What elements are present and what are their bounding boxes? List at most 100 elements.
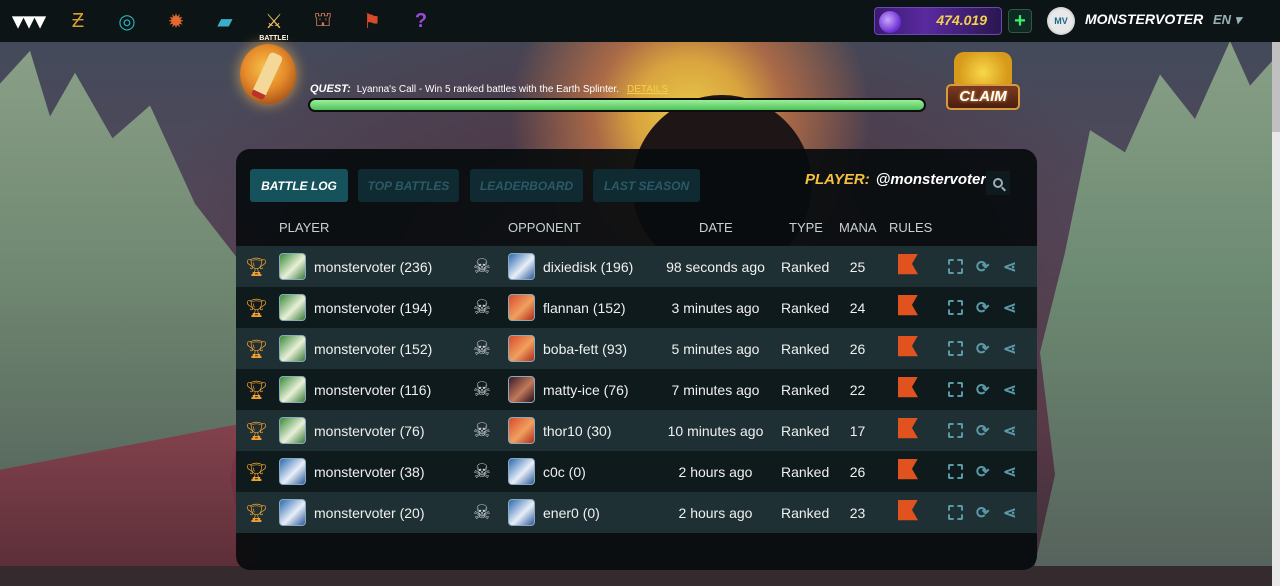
opponent-name[interactable]: dixiedisk (196) <box>543 259 633 275</box>
cards-icon[interactable]: ▰ <box>210 6 240 36</box>
battle-type: Ranked <box>781 299 830 316</box>
mana-cap: 26 <box>849 340 866 357</box>
player-name[interactable]: monstervoter (152) <box>314 341 432 357</box>
tab-top-battles[interactable]: TOP BATTLES <box>358 169 459 202</box>
share-icon[interactable]: ⋖ <box>1003 339 1016 359</box>
ruleset-flag-icon[interactable] <box>898 499 918 526</box>
quest-label: QUEST: <box>310 83 351 95</box>
tab-leaderboard[interactable]: LEADERBOARD <box>470 169 583 202</box>
player-name[interactable]: monstervoter (20) <box>314 505 424 521</box>
opponent-summoner-card <box>508 253 535 280</box>
dec-balance-box[interactable]: 474.019 <box>874 7 1002 35</box>
search-icon <box>993 178 1003 188</box>
mana-cap: 24 <box>849 299 866 316</box>
tab-last-season[interactable]: LAST SEASON <box>593 169 700 202</box>
battle-type: Ranked <box>781 381 830 398</box>
language-selector[interactable]: EN ▾ <box>1213 12 1241 28</box>
share-icon[interactable]: ⋖ <box>1003 257 1016 277</box>
view-battle-icon[interactable] <box>948 464 963 479</box>
player-name[interactable]: monstervoter (236) <box>314 259 432 275</box>
add-funds-button[interactable]: + <box>1008 9 1032 33</box>
opponent-summoner-card <box>508 294 535 321</box>
replay-icon[interactable]: ⟳ <box>976 298 989 318</box>
quest-details-link[interactable]: DETAILS <box>627 84 668 95</box>
shop-icon[interactable]: ⛫ <box>308 6 338 36</box>
battle-icon[interactable]: ⚔ BATTLE! <box>259 6 289 43</box>
ruleset-flag-icon[interactable] <box>898 417 918 444</box>
player-name[interactable]: monstervoter (38) <box>314 464 424 480</box>
table-row[interactable]: 🏆︎ monstervoter (76) ☠ thor10 (30) 10 minute… <box>236 410 1037 451</box>
share-icon[interactable]: ⋖ <box>1003 380 1016 400</box>
share-icon[interactable]: ⋖ <box>1003 298 1016 318</box>
view-battle-icon[interactable] <box>948 423 963 438</box>
column-header-rules: RULES <box>889 220 933 235</box>
replay-icon[interactable]: ⟳ <box>976 421 989 441</box>
opponent-summoner-card <box>508 417 535 444</box>
skull-icon: ☠ <box>473 461 491 483</box>
table-row[interactable]: 🏆︎ monstervoter (236) ☠ dixiedisk (196) 98 s… <box>236 246 1037 287</box>
battle-log-table: 🏆︎ monstervoter (236) ☠ dixiedisk (196) 98 s… <box>236 246 1037 533</box>
player-search-button[interactable] <box>986 171 1010 195</box>
opponent-name[interactable]: flannan (152) <box>543 300 626 316</box>
replay-icon[interactable]: ⟳ <box>976 462 989 482</box>
battle-badge: BATTLE! <box>259 35 289 42</box>
avatar[interactable]: MV <box>1047 7 1075 35</box>
view-battle-icon[interactable] <box>948 300 963 315</box>
opponent-name[interactable]: ener0 (0) <box>543 505 600 521</box>
player-name[interactable]: monstervoter (194) <box>314 300 432 316</box>
table-row[interactable]: 🏆︎ monstervoter (116) ☠ matty-ice (76) 7 min… <box>236 369 1037 410</box>
view-battle-icon[interactable] <box>948 505 963 520</box>
table-row[interactable]: 🏆︎ monstervoter (152) ☠ boba-fett (93) 5 min… <box>236 328 1037 369</box>
share-icon[interactable]: ⋖ <box>1003 462 1016 482</box>
tokens-icon[interactable]: Ƶ <box>63 6 93 36</box>
column-header-mana: MANA <box>839 220 877 235</box>
replay-icon[interactable]: ⟳ <box>976 380 989 400</box>
battle-date: 5 minutes ago <box>671 340 760 357</box>
share-icon[interactable]: ⋖ <box>1003 421 1016 441</box>
ruleset-flag-icon[interactable] <box>898 376 918 403</box>
username-label[interactable]: MONSTERVOTER <box>1085 11 1203 27</box>
claim-chest[interactable]: CLAIM <box>946 52 1020 112</box>
splinter-icon[interactable]: ✹ <box>161 6 191 36</box>
skull-icon: ☠ <box>473 420 491 442</box>
table-row[interactable]: 🏆︎ monstervoter (20) ☠ ener0 (0) 2 hours ago… <box>236 492 1037 533</box>
help-icon[interactable]: ? <box>406 6 436 36</box>
replay-icon[interactable]: ⟳ <box>976 503 989 523</box>
player-name[interactable]: monstervoter (76) <box>314 423 424 439</box>
opponent-summoner-card <box>508 499 535 526</box>
treasure-chest-icon <box>954 52 1012 86</box>
view-battle-icon[interactable] <box>948 259 963 274</box>
battle-log-panel: BATTLE LOG TOP BATTLES LEADERBOARD LAST … <box>236 149 1037 570</box>
battle-type: Ranked <box>781 258 830 275</box>
share-icon[interactable]: ⋖ <box>1003 503 1016 523</box>
ruleset-flag-icon[interactable] <box>898 335 918 362</box>
player-filter-value[interactable]: @monstervoter <box>876 171 987 188</box>
table-row[interactable]: 🏆︎ monstervoter (194) ☠ flannan (152) 3 minu… <box>236 287 1037 328</box>
view-battle-icon[interactable] <box>948 341 963 356</box>
portal-icon[interactable]: ◎ <box>112 6 142 36</box>
guild-icon[interactable]: ⚑ <box>357 6 387 36</box>
column-header-player: PLAYER <box>279 220 330 235</box>
replay-icon[interactable]: ⟳ <box>976 257 989 277</box>
claim-button[interactable]: CLAIM <box>946 84 1020 110</box>
table-row[interactable]: 🏆︎ monstervoter (38) ☠ c0c (0) 2 hours ago Ra… <box>236 451 1037 492</box>
opponent-name[interactable]: thor10 (30) <box>543 423 611 439</box>
logo-icon[interactable]: ▾▾▾ <box>12 6 45 36</box>
trophy-icon: 🏆︎ <box>245 502 268 523</box>
player-name[interactable]: monstervoter (116) <box>314 382 431 398</box>
tab-battle-log[interactable]: BATTLE LOG <box>250 169 348 202</box>
ruleset-flag-icon[interactable] <box>898 253 918 280</box>
view-battle-icon[interactable] <box>948 382 963 397</box>
player-summoner-card <box>279 417 306 444</box>
page-scrollbar-thumb[interactable] <box>1272 42 1280 132</box>
ruleset-flag-icon[interactable] <box>898 294 918 321</box>
ruleset-flag-icon[interactable] <box>898 458 918 485</box>
replay-icon[interactable]: ⟳ <box>976 339 989 359</box>
battle-date: 3 minutes ago <box>671 299 760 316</box>
opponent-name[interactable]: c0c (0) <box>543 464 586 480</box>
mana-cap: 23 <box>849 504 866 521</box>
column-header-date: DATE <box>699 220 733 235</box>
mana-cap: 22 <box>849 381 866 398</box>
opponent-name[interactable]: matty-ice (76) <box>543 382 629 398</box>
opponent-name[interactable]: boba-fett (93) <box>543 341 627 357</box>
